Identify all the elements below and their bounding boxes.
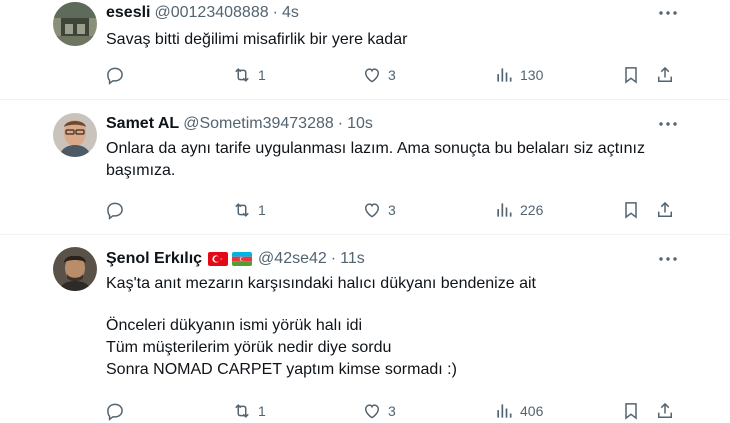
tweet-text-line: Tüm müşterilerim yörük nedir diye sordu [106, 339, 392, 356]
share-icon [658, 201, 672, 217]
display-name[interactable]: esesli [106, 4, 150, 22]
views-count: 130 [520, 67, 544, 83]
retweet-count: 1 [258, 67, 266, 83]
more-options-icon[interactable] [656, 114, 680, 134]
retweet-button[interactable]: 1 [232, 63, 266, 87]
bookmark-icon [625, 403, 637, 420]
tweet-header: esesli @00123408888 · 4s [106, 2, 299, 24]
separator-dot: · [272, 4, 278, 21]
action-bar: 1 3 130 [0, 63, 730, 87]
retweet-count: 1 [258, 403, 266, 419]
retweet-icon [235, 68, 249, 82]
reply-icon [107, 202, 123, 220]
avatar[interactable] [53, 247, 97, 291]
like-button[interactable]: 3 [362, 399, 396, 423]
share-button[interactable] [655, 63, 675, 87]
share-icon [658, 402, 672, 418]
more-options-icon[interactable] [656, 249, 680, 269]
reply-button[interactable] [105, 63, 125, 87]
action-bar: 1 3 226 [0, 198, 730, 222]
turkey-flag-icon [208, 252, 229, 266]
tweet-text-line: Önceleri dükyanın ismi yörük halı idi [106, 317, 363, 334]
timestamp[interactable]: 10s [347, 115, 373, 133]
heart-icon [364, 203, 380, 218]
retweet-button[interactable]: 1 [232, 399, 266, 423]
retweet-icon [235, 203, 249, 217]
retweet-button[interactable]: 1 [232, 198, 266, 222]
tweet-text-line: Kaş'ta anıt mezarın karşısındaki halıcı … [106, 275, 536, 292]
bookmark-button[interactable] [621, 198, 641, 222]
like-button[interactable]: 3 [362, 198, 396, 222]
views-button[interactable]: 130 [494, 63, 543, 87]
tweet-text: Onlara da aynı tarife uygulanması lazım.… [106, 138, 686, 182]
like-button[interactable]: 3 [362, 63, 396, 87]
share-button[interactable] [655, 399, 675, 423]
display-name[interactable]: Şenol Erkılıç [106, 250, 202, 268]
bookmark-button[interactable] [621, 399, 641, 423]
avatar[interactable] [53, 113, 97, 157]
views-button[interactable]: 226 [494, 198, 543, 222]
reply-icon [107, 67, 123, 85]
tweet-1[interactable]: esesli @00123408888 · 4s Savaş bitti değ… [0, 0, 730, 106]
like-count: 3 [388, 403, 396, 419]
bookmark-button[interactable] [621, 63, 641, 87]
retweet-count: 1 [258, 202, 266, 218]
tweet-text: Savaş bitti değilimi misafirlik bir yere… [106, 29, 686, 51]
share-button[interactable] [655, 198, 675, 222]
views-chart-icon [497, 203, 512, 217]
tweet-2[interactable]: Samet AL @Sometim39473288 · 10s Onlara d… [0, 100, 730, 235]
tweet-header: Şenol Erkılıç @42se42 · 11s [106, 248, 365, 270]
reply-button[interactable] [105, 399, 125, 423]
share-icon [658, 66, 672, 82]
retweet-icon [235, 404, 249, 418]
bookmark-icon [625, 202, 637, 219]
display-name[interactable]: Samet AL [106, 115, 179, 133]
views-count: 406 [520, 403, 544, 419]
tweet-text-line: Onlara da aynı tarife uygulanması lazım.… [106, 140, 645, 157]
avatar[interactable] [53, 2, 97, 46]
timestamp[interactable]: 11s [340, 250, 365, 268]
tweet-text-line: Savaş bitti değilimi misafirlik bir yere… [106, 31, 408, 48]
tweet-text-line: Sonra NOMAD CARPET yaptım kimse sormadı … [106, 361, 457, 378]
azerbaijan-flag-icon [232, 252, 253, 266]
heart-icon [364, 68, 380, 83]
views-chart-icon [497, 68, 512, 82]
like-count: 3 [388, 202, 396, 218]
tweet-3[interactable]: Şenol Erkılıç @42se42 · 11s Kaş'ta anıt … [0, 235, 730, 423]
views-count: 226 [520, 202, 544, 218]
more-options-icon[interactable] [656, 3, 680, 23]
views-chart-icon [497, 404, 512, 418]
timestamp[interactable]: 4s [282, 4, 299, 22]
tweet-text-line: başımıza. [106, 162, 176, 179]
separator-dot: · [337, 115, 344, 132]
like-count: 3 [388, 67, 396, 83]
reply-button[interactable] [105, 198, 125, 222]
tweet-text: Kaş'ta anıt mezarın karşısındaki halıcı … [106, 273, 686, 381]
user-handle[interactable]: @Sometim39473288 [183, 115, 334, 133]
reply-icon [107, 403, 123, 421]
tweet-header: Samet AL @Sometim39473288 · 10s [106, 113, 373, 135]
tweet-text-line [106, 295, 686, 317]
action-bar: 1 3 406 [0, 399, 730, 423]
user-handle[interactable]: @42se42 [258, 250, 327, 268]
bookmark-icon [625, 67, 637, 84]
heart-icon [364, 404, 380, 419]
user-handle[interactable]: @00123408888 [154, 4, 268, 22]
views-button[interactable]: 406 [494, 399, 543, 423]
separator-dot: · [330, 250, 337, 267]
